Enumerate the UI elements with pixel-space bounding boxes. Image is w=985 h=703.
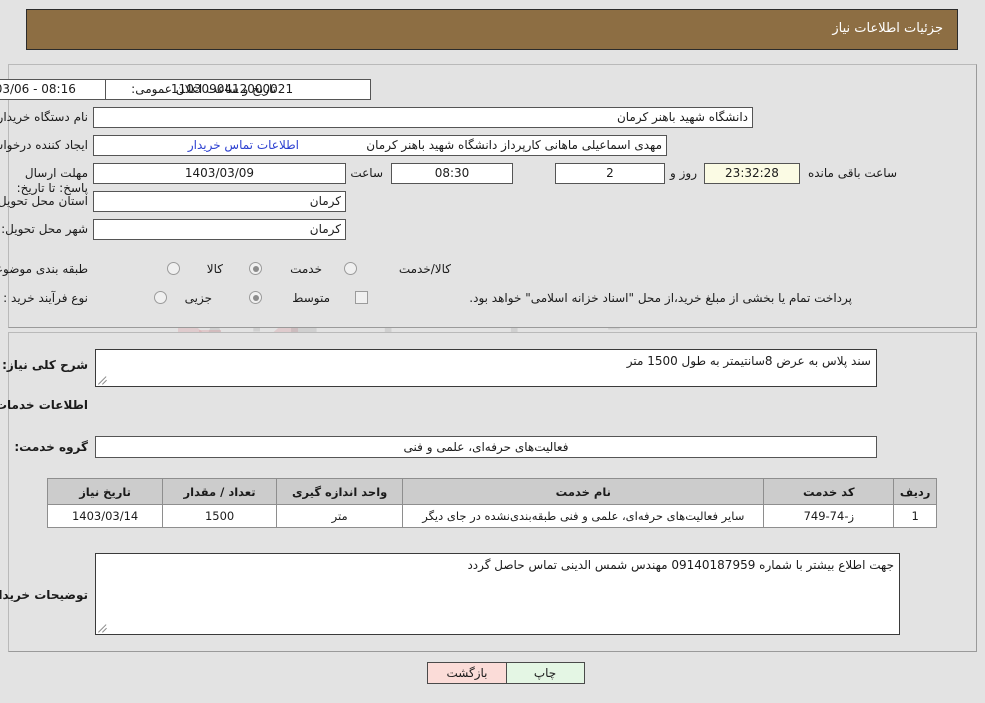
purchase-process-label: نوع فرآیند خرید :	[3, 291, 88, 305]
radio-process-minor[interactable]	[154, 291, 167, 304]
general-description-textarea[interactable]: سند پلاس به عرض 8سانتیمتر به طول 1500 مت…	[95, 349, 877, 387]
delivery-city-label: شهر محل تحویل:	[1, 222, 88, 236]
resize-grip-icon[interactable]	[98, 623, 108, 633]
requester-label: ایجاد کننده درخواست:	[0, 138, 88, 152]
page-header-bar: جزئیات اطلاعات نیاز	[26, 9, 958, 50]
services-section-title: اطلاعات خدمات مورد نیاز	[0, 398, 88, 412]
cell-service-code: ز-74-749	[763, 504, 895, 528]
radio-category-goods-service[interactable]	[344, 262, 357, 275]
buyer-notes-textarea[interactable]: جهت اطلاع بیشتر با شماره 09140187959 مهن…	[95, 553, 900, 635]
islamic-treasury-bonds-label: پرداخت تمام یا بخشی از مبلغ خرید،از محل …	[469, 291, 852, 305]
service-group-label: گروه خدمت:	[14, 440, 88, 454]
table-header-row: ردیف کد خدمت نام خدمت واحد اندازه گیری ت…	[46, 478, 937, 505]
remaining-days-value: 2	[555, 163, 665, 184]
radio-category-goods-service-label: کالا/خدمت	[398, 262, 451, 276]
deadline-label: مهلت ارسال پاسخ: تا تاریخ:	[16, 166, 88, 195]
cell-quantity: 1500	[162, 504, 277, 528]
checkbox-islamic-treasury-bonds[interactable]	[355, 291, 368, 304]
radio-process-minor-label: جزیی	[184, 291, 212, 305]
general-description-value: سند پلاس به عرض 8سانتیمتر به طول 1500 مت…	[626, 354, 871, 368]
column-header-date: تاریخ نیاز	[46, 478, 164, 505]
cell-unit: متر	[275, 504, 404, 528]
back-button[interactable]: بازگشت	[427, 662, 507, 684]
subject-category-label: طبقه بندی موضوعی:	[0, 262, 88, 276]
cell-service-name: سایر فعالیت‌های حرفه‌ای، علمی و فنی طبقه…	[402, 504, 765, 528]
radio-process-medium-label: متوسط	[292, 291, 330, 305]
column-header-name: نام خدمت	[402, 478, 765, 505]
delivery-province-label: استان محل تحویل:	[0, 194, 88, 208]
table-row: 1 ز-74-749 سایر فعالیت‌های حرفه‌ای، علمی…	[46, 504, 937, 528]
buyer-organization-value: دانشگاه شهید باهنر کرمان	[93, 107, 753, 128]
service-group-value: فعالیت‌های حرفه‌ای، علمی و فنی	[95, 436, 877, 458]
radio-category-service[interactable]	[249, 262, 262, 275]
delivery-province-value: کرمان	[93, 191, 346, 212]
buyer-organization-label: نام دستگاه خریدار:	[0, 110, 88, 124]
remaining-time-label: ساعت باقی مانده	[807, 166, 897, 180]
announcement-datetime-label: تاریخ و ساعت اعلان عمومی:	[131, 82, 276, 96]
resize-grip-icon[interactable]	[98, 375, 108, 385]
buyer-contact-link[interactable]: اطلاعات تماس خریدار	[188, 138, 299, 152]
deadline-hour-label: ساعت	[350, 166, 383, 180]
delivery-city-value: کرمان	[93, 219, 346, 240]
announcement-datetime-value: 08:16 - 1403/03/06	[0, 79, 106, 100]
requester-value: مهدی اسماعیلی ماهانی کارپرداز دانشگاه شه…	[93, 135, 667, 156]
column-header-row: ردیف	[893, 478, 937, 505]
radio-process-medium[interactable]	[249, 291, 262, 304]
buyer-notes-value: جهت اطلاع بیشتر با شماره 09140187959 مهن…	[467, 558, 894, 572]
column-header-unit: واحد اندازه گیری	[275, 478, 404, 505]
remaining-time-value: 23:32:28	[704, 163, 800, 184]
print-button[interactable]: چاپ	[505, 662, 585, 684]
buyer-notes-label: توضیحات خریدار:	[0, 588, 88, 602]
service-items-table: ردیف کد خدمت نام خدمت واحد اندازه گیری ت…	[46, 478, 937, 528]
deadline-hour-value: 08:30	[391, 163, 513, 184]
deadline-date-value: 1403/03/09	[93, 163, 346, 184]
cell-row-number: 1	[893, 504, 937, 528]
column-header-quantity: تعداد / مقدار	[162, 478, 277, 505]
column-header-code: کد خدمت	[763, 478, 895, 505]
general-description-label: شرح کلی نیاز:	[2, 358, 88, 372]
radio-category-goods[interactable]	[167, 262, 180, 275]
radio-category-goods-label: کالا	[206, 262, 223, 276]
page-title: جزئیات اطلاعات نیاز	[832, 21, 943, 36]
cell-need-date: 1403/03/14	[46, 504, 164, 528]
remaining-days-label: روز و	[670, 166, 697, 180]
radio-category-service-label: خدمت	[290, 262, 322, 276]
